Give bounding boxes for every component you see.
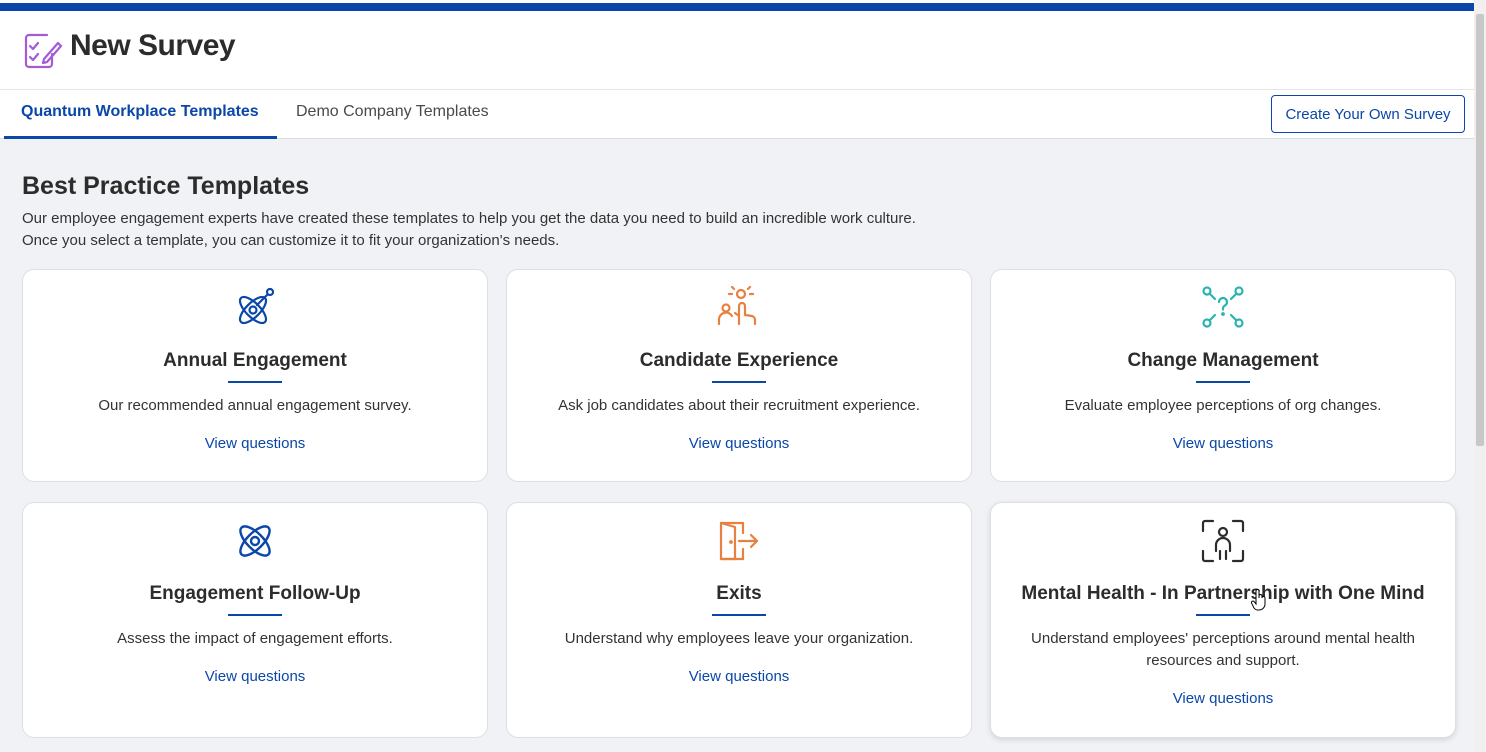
card-title: Change Management [1127, 350, 1319, 371]
brand-stripe [0, 3, 1474, 11]
title-underline [1196, 381, 1250, 383]
create-your-own-survey-button[interactable]: Create Your Own Survey [1271, 95, 1465, 133]
person-focus-frame-icon [1201, 519, 1245, 563]
card-title: Engagement Follow-Up [149, 583, 361, 604]
section-description-line-1: Our employee engagement experts have cre… [22, 210, 916, 227]
survey-checklist-pencil-icon [24, 33, 62, 69]
template-card-change-management[interactable]: Change Management Evaluate employee perc… [990, 269, 1456, 482]
view-questions-link[interactable]: View questions [23, 435, 487, 452]
page-header: New Survey [0, 11, 1474, 90]
atom-icon [239, 525, 271, 557]
card-description: Ask job candidates about their recruitme… [558, 397, 920, 414]
template-card-engagement-follow-up[interactable]: Engagement Follow-Up Assess the impact o… [22, 502, 488, 738]
template-card-annual-engagement[interactable]: Annual Engagement Our recommended annual… [22, 269, 488, 482]
top-bar [0, 0, 1474, 11]
section-description-line-2: Once you select a template, you can cust… [22, 232, 560, 249]
section-title: Best Practice Templates [22, 172, 310, 200]
main-content: Best Practice Templates Our employee eng… [0, 139, 1474, 752]
branching-question-icon [1202, 286, 1244, 328]
title-underline [712, 381, 766, 383]
scrollbar-thumb[interactable] [1476, 14, 1484, 446]
view-questions-link[interactable]: View questions [23, 668, 487, 685]
card-title: Mental Health - In Partnership with One … [1021, 583, 1425, 604]
view-questions-link[interactable]: View questions [991, 435, 1455, 452]
title-underline [228, 614, 282, 616]
vertical-scrollbar[interactable] [1474, 0, 1486, 752]
tab-bar: Quantum Workplace Templates Demo Company… [0, 90, 1474, 139]
tab-demo-company-templates[interactable]: Demo Company Templates [280, 90, 505, 139]
title-underline [228, 381, 282, 383]
view-questions-link[interactable]: View questions [991, 690, 1455, 707]
card-title: Exits [716, 583, 762, 604]
card-description: Understand why employees leave your orga… [564, 630, 914, 647]
hand-cursor-icon [1251, 589, 1266, 611]
title-underline [712, 614, 766, 616]
card-title: Annual Engagement [163, 350, 347, 371]
card-description: Our recommended annual engagement survey… [98, 397, 412, 414]
card-description: Assess the impact of engagement efforts. [117, 630, 393, 647]
card-title: Candidate Experience [639, 350, 839, 371]
candidate-hand-raise-icon [717, 286, 757, 326]
template-card-mental-health[interactable]: Mental Health - In Partnership with One … [990, 502, 1456, 738]
orbit-atom-icon [238, 287, 275, 325]
card-description: Understand employees' perceptions around… [1031, 630, 1415, 669]
page-title: New Survey [70, 29, 236, 62]
door-exit-icon [719, 521, 759, 561]
tab-quantum-workplace-templates[interactable]: Quantum Workplace Templates [4, 90, 277, 139]
view-questions-link[interactable]: View questions [507, 668, 971, 685]
section-description: Our employee engagement experts have cre… [22, 208, 916, 252]
view-questions-link[interactable]: View questions [507, 435, 971, 452]
title-underline [1196, 614, 1250, 616]
template-card-candidate-experience[interactable]: Candidate Experience Ask job candidates … [506, 269, 972, 482]
template-card-exits[interactable]: Exits Understand why employees leave you… [506, 502, 972, 738]
card-description: Evaluate employee perceptions of org cha… [1064, 397, 1382, 414]
